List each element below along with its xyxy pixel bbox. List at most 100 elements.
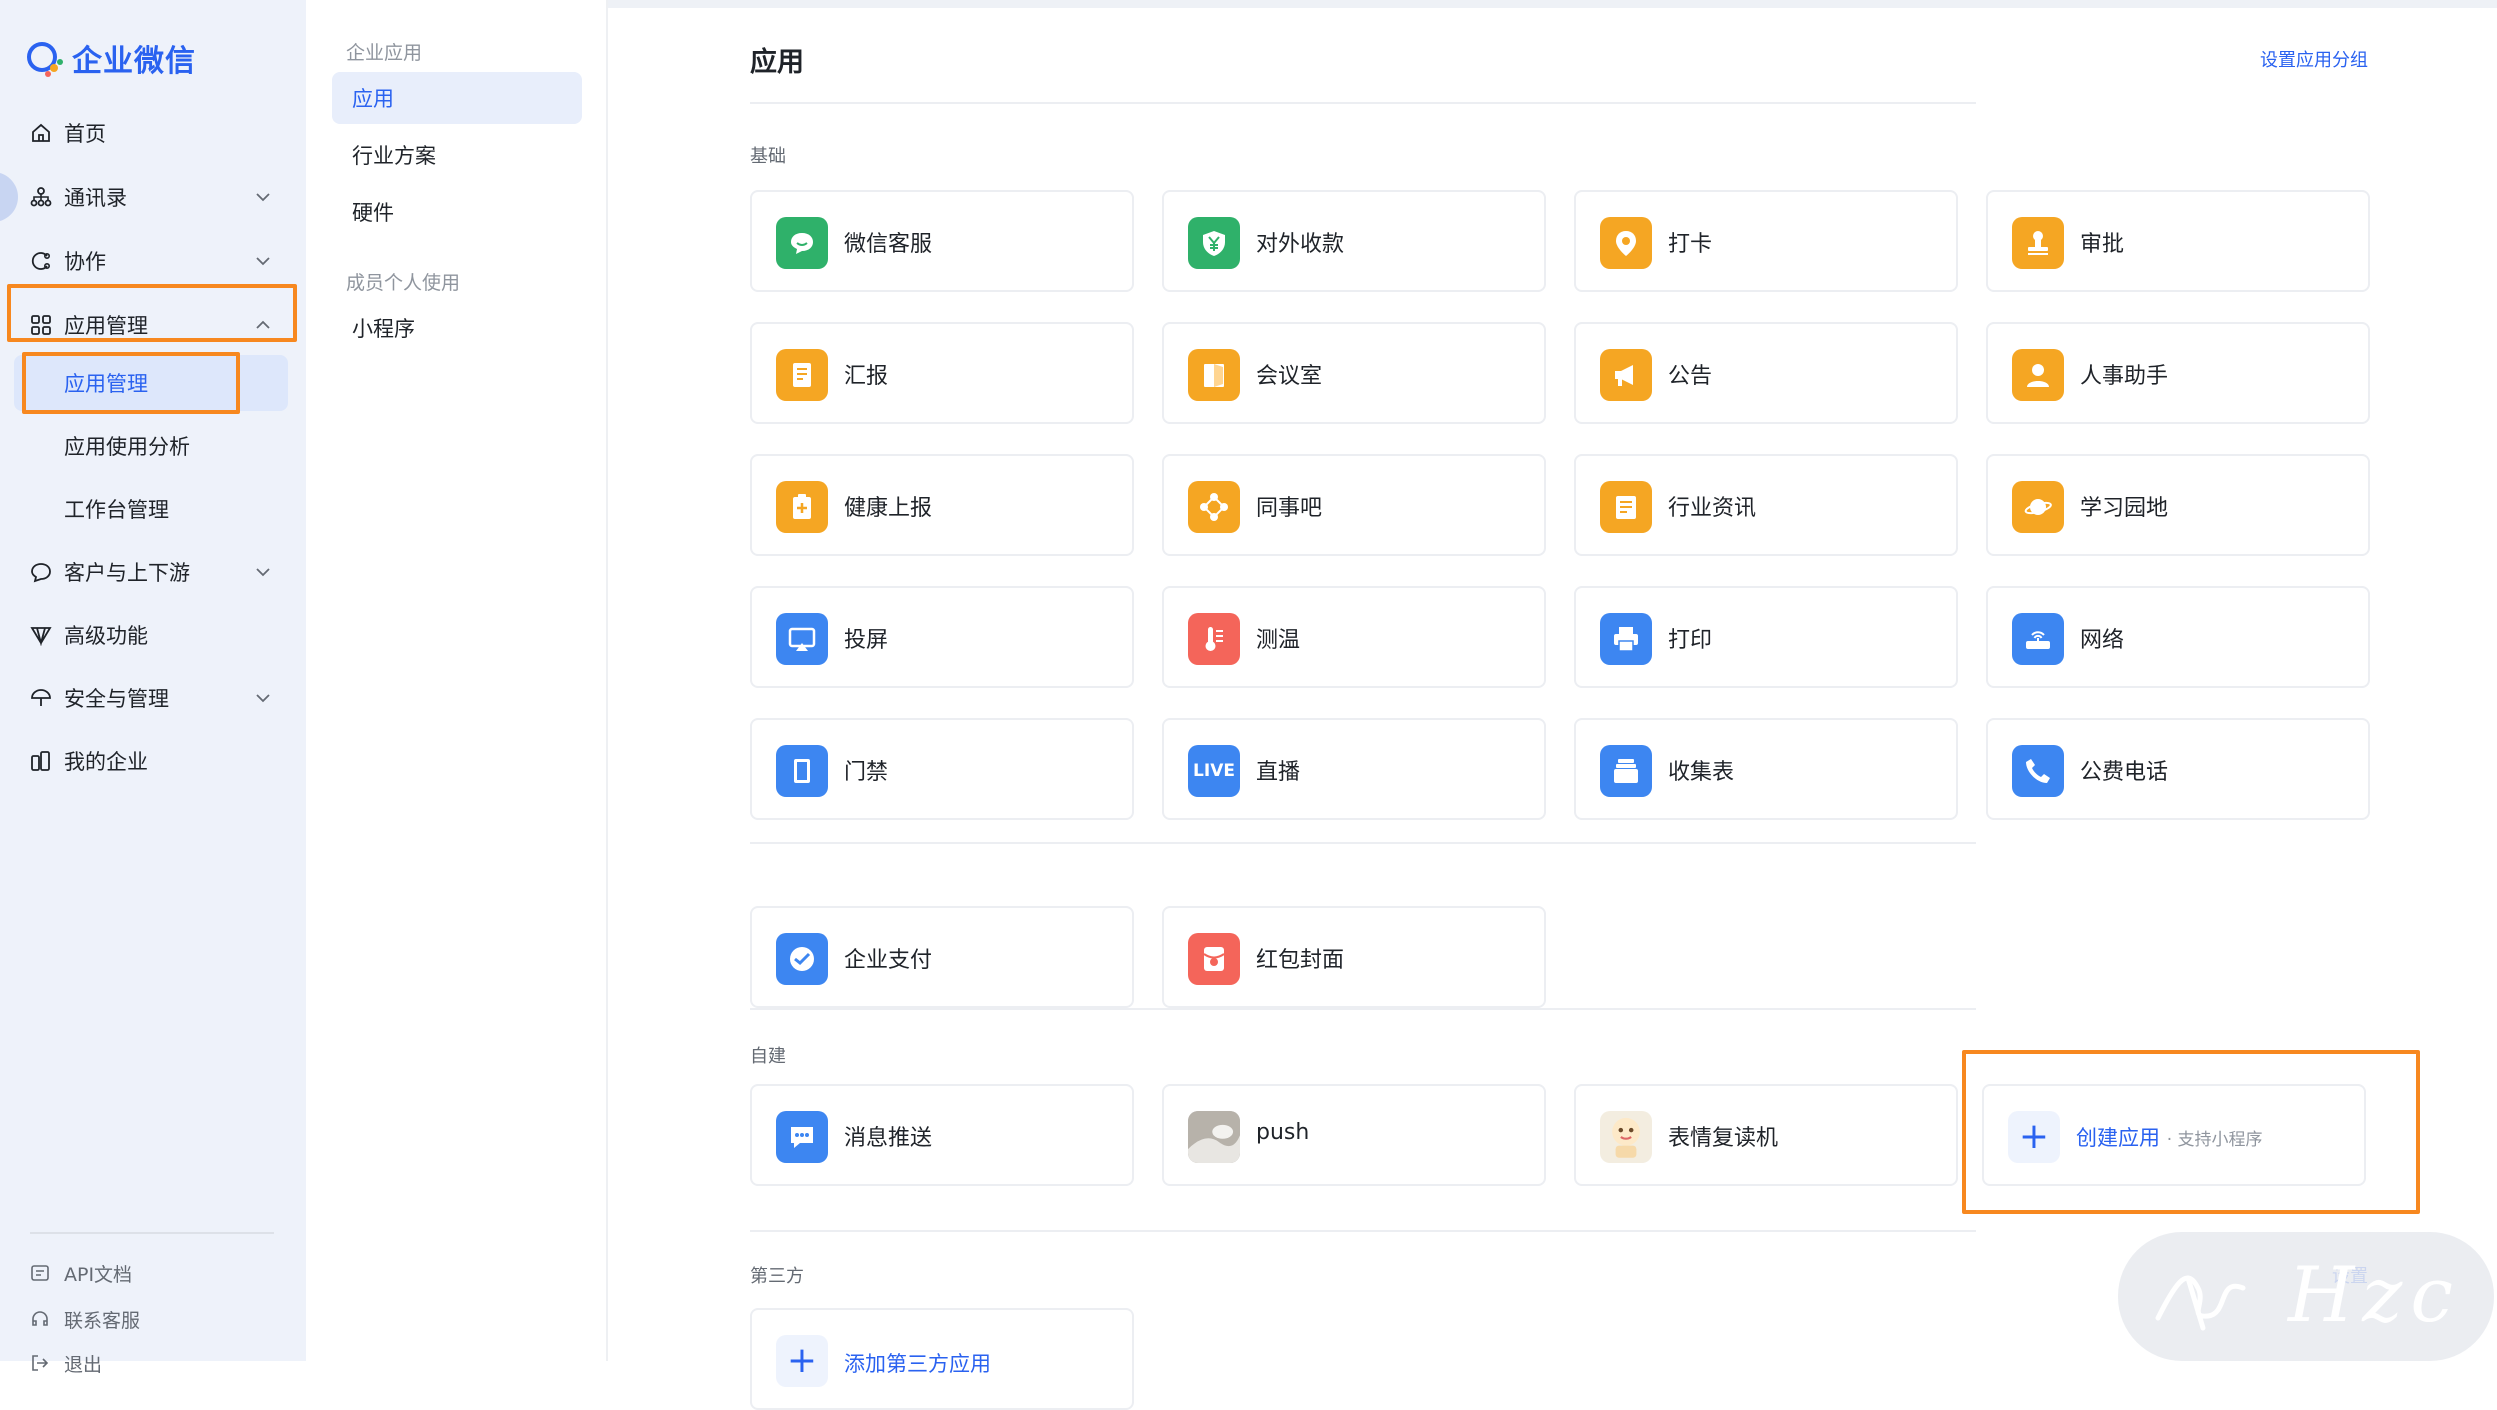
nav2-group-personal-use: 成员个人使用 — [346, 272, 461, 294]
nav-footer-api-docs[interactable]: API文档 — [30, 1255, 132, 1291]
thermometer-icon-glyph — [1205, 627, 1223, 651]
nav-item-security[interactable]: 安全与管理 — [0, 673, 306, 723]
section-label-custom: 自建 — [750, 1046, 786, 1067]
app-name: 汇报 — [844, 364, 889, 389]
app-card[interactable]: 企业支付 — [750, 906, 1134, 1008]
app-card[interactable]: 门禁 — [750, 718, 1134, 820]
sub-item-usage-analysis[interactable]: 应用使用分析 — [14, 418, 288, 474]
pay-icon-glyph — [790, 947, 814, 971]
phone-icon-glyph — [2026, 759, 2050, 783]
create-app-sub: · 支持小程序 — [2166, 1130, 2263, 1150]
access-door-icon — [776, 745, 828, 797]
chevron-down-icon[interactable] — [254, 563, 272, 581]
app-card[interactable]: 学习园地 — [1986, 454, 2370, 556]
app-card[interactable]: 公费电话 — [1986, 718, 2370, 820]
nav2-item-hardware[interactable]: 硬件 — [332, 186, 582, 238]
nav2-item-industry-solutions[interactable]: 行业方案 — [332, 129, 582, 181]
photo-thumb-icon-glyph — [1188, 1111, 1240, 1163]
app-card[interactable]: 公告 — [1574, 322, 1958, 424]
sub-item-app-management[interactable]: 应用管理 — [14, 355, 288, 411]
app-card[interactable]: push — [1162, 1084, 1546, 1186]
section-divider — [750, 842, 1976, 844]
section-divider — [750, 1008, 1976, 1010]
planet-icon-glyph — [2024, 499, 2052, 515]
sub-item-label: 应用使用分析 — [64, 435, 190, 459]
app-name: 网络 — [2080, 628, 2125, 653]
live-badge-text: LIVE — [1193, 761, 1235, 781]
create-app-card[interactable]: + 创建应用 · 支持小程序 — [1982, 1084, 2366, 1186]
sub-item-label: 工作台管理 — [64, 498, 169, 522]
chevron-down-icon[interactable] — [254, 188, 272, 206]
app-card[interactable]: 收集表 — [1574, 718, 1958, 820]
chevron-down-icon[interactable] — [254, 689, 272, 707]
app-card[interactable]: 同事吧 — [1162, 454, 1546, 556]
app-name: 直播 — [1256, 760, 1301, 785]
set-app-groups-link[interactable]: 设置应用分组 — [2260, 46, 2368, 72]
chevron-down-icon[interactable] — [254, 252, 272, 270]
nav-footer-logout[interactable]: 退出 — [30, 1345, 102, 1381]
brand-logo[interactable]: 企业微信 — [24, 36, 196, 80]
nav-item-app-management[interactable]: 应用管理 — [0, 300, 306, 350]
app-card[interactable]: 汇报 — [750, 322, 1134, 424]
header-divider — [750, 102, 1976, 104]
nav2-item-apps[interactable]: 应用 — [332, 72, 582, 124]
person-icon — [2012, 349, 2064, 401]
app-card[interactable]: 测温 — [1162, 586, 1546, 688]
app-card[interactable]: 人事助手 — [1986, 322, 2370, 424]
printer-icon-glyph — [1614, 627, 1638, 652]
nav-item-label: 客户与上下游 — [64, 561, 190, 585]
secondary-sidebar: 企业应用 应用 行业方案 硬件 成员个人使用 小程序 — [306, 0, 608, 1361]
add-third-party-app-card[interactable]: + 添加第三方应用 — [750, 1308, 1134, 1410]
app-card[interactable]: 审批 — [1986, 190, 2370, 292]
planet-icon — [2012, 481, 2064, 533]
app-card[interactable]: 红包封面 — [1162, 906, 1546, 1008]
app-card[interactable]: 表情复读机 — [1574, 1084, 1958, 1186]
nav-item-label: 首页 — [64, 122, 106, 146]
app-name: 表情复读机 — [1668, 1126, 1779, 1151]
nav-item-advanced[interactable]: 高级功能 — [0, 610, 306, 660]
wechat-service-icon-glyph — [791, 233, 813, 254]
router-icon-glyph — [2026, 631, 2050, 649]
app-card[interactable]: 投屏 — [750, 586, 1134, 688]
nav-item-contacts[interactable]: 通讯录 — [0, 172, 306, 222]
app-card[interactable]: 行业资讯 — [1574, 454, 1958, 556]
app-card[interactable]: LIVE 直播 — [1162, 718, 1546, 820]
nav2-item-mini-programs[interactable]: 小程序 — [332, 302, 582, 354]
red-packet-icon — [1188, 933, 1240, 985]
news-icon — [1600, 481, 1652, 533]
section-label-third-party: 第三方 — [750, 1266, 804, 1287]
nav-item-home[interactable]: 首页 — [0, 108, 306, 158]
nav-item-collab[interactable]: 协作 — [0, 236, 306, 286]
sticker-thumb-icon-glyph — [1612, 1117, 1640, 1158]
app-card[interactable]: 打卡 — [1574, 190, 1958, 292]
stamp-icon-glyph — [2028, 231, 2048, 255]
nav-item-customers[interactable]: 客户与上下游 — [0, 547, 306, 597]
nav2-item-label: 小程序 — [352, 317, 415, 341]
form-stack-icon-glyph — [1614, 759, 1638, 783]
app-card[interactable]: 健康上报 — [750, 454, 1134, 556]
nav-item-my-company[interactable]: 我的企业 — [0, 736, 306, 786]
nav2-item-label: 行业方案 — [352, 144, 436, 168]
sub-item-workbench[interactable]: 工作台管理 — [14, 481, 288, 537]
door-icon — [1188, 349, 1240, 401]
chat-bubble-icon — [31, 563, 51, 583]
megaphone-icon — [1600, 349, 1652, 401]
chevron-up-icon[interactable] — [254, 316, 272, 334]
app-card[interactable]: 消息推送 — [750, 1084, 1134, 1186]
app-card[interactable]: 会议室 — [1162, 322, 1546, 424]
app-card[interactable]: 对外收款 — [1162, 190, 1546, 292]
app-card[interactable]: 打印 — [1574, 586, 1958, 688]
create-app-text: 创建应用 — [2076, 1126, 2160, 1150]
wecom-logo-icon — [24, 38, 64, 78]
app-card[interactable]: 微信客服 — [750, 190, 1134, 292]
sub-item-label: 应用管理 — [64, 372, 148, 396]
nav-footer-contact-support[interactable]: 联系客服 — [30, 1301, 140, 1337]
message-push-icon — [776, 1111, 828, 1163]
red-packet-icon-glyph — [1203, 947, 1225, 971]
screen-cast-icon-glyph — [788, 627, 816, 651]
create-app-label: 创建应用 · 支持小程序 — [2076, 1122, 2263, 1152]
app-card[interactable]: 网络 — [1986, 586, 2370, 688]
app-name: 收集表 — [1668, 760, 1735, 785]
message-push-icon-glyph — [791, 1127, 813, 1148]
app-name: 健康上报 — [844, 496, 933, 521]
